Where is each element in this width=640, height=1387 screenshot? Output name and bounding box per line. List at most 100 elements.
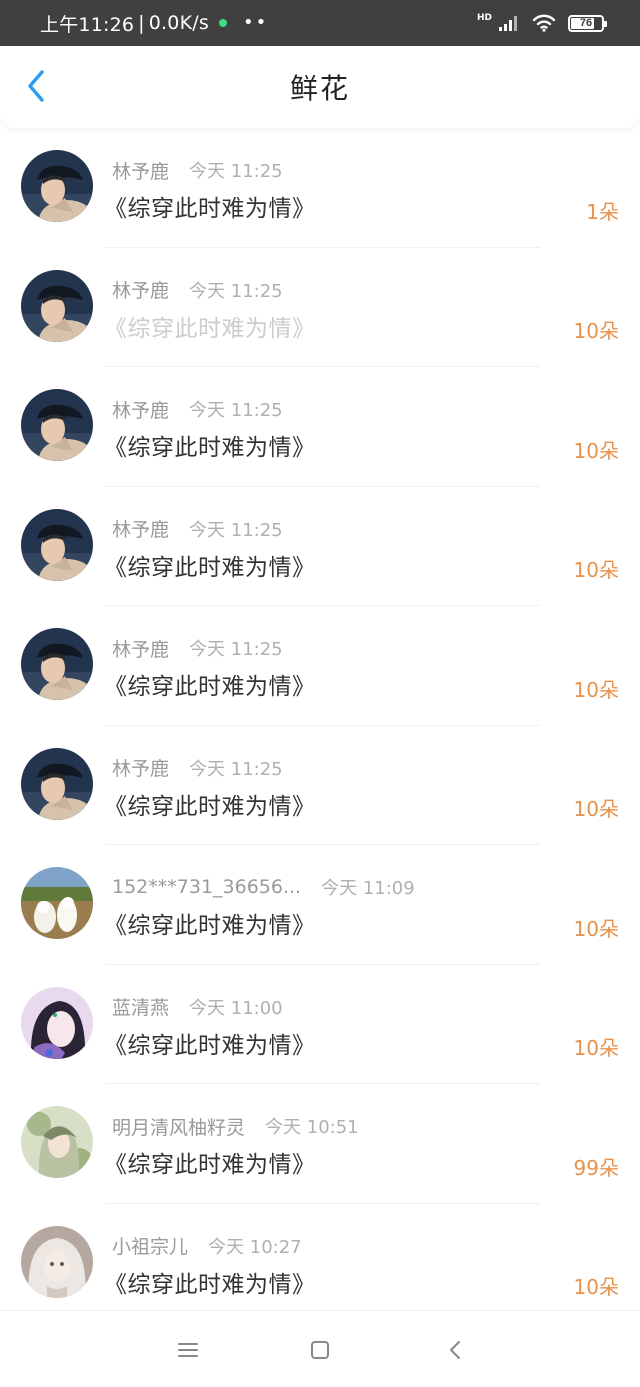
gift-time: 今天 10:27 [208,1236,302,1258]
avatar-hat-man [21,628,93,700]
recent-apps-button[interactable] [173,1337,203,1363]
battery-icon: 76 [568,14,607,32]
flower-count: 10朵 [573,319,619,343]
list-item[interactable]: 林予鹿 今天 11:25 《综穿此时难为情》 10朵 [0,487,640,607]
meta-line: 林予鹿 今天 11:25 [112,277,283,303]
user-name[interactable]: 蓝清燕 [112,993,169,1020]
gift-time: 今天 11:25 [189,280,283,302]
user-name[interactable]: 林予鹿 [112,157,169,184]
flower-count: 10朵 [573,677,619,702]
status-time: 上午11:26 [40,13,135,36]
flower-count: 10朵 [573,1036,619,1060]
status-separator: | [138,12,145,34]
avatar-green-fairy [21,1106,93,1178]
meta-line: 明月清风柚籽灵 今天 10:51 [112,1113,359,1139]
avatar[interactable] [21,389,93,461]
user-name[interactable]: 152***731_36656... [112,876,301,898]
flower-count: 10朵 [573,1275,619,1299]
system-back-button[interactable] [440,1337,470,1363]
system-nav-bar [0,1310,640,1387]
status-left: 上午11:26 | 0.0K/s •• [40,0,268,46]
avatar-hat-man [21,150,93,222]
avatar[interactable] [21,1106,93,1178]
book-title[interactable]: 《综穿此时难为情》 [104,907,316,939]
gift-time: 今天 11:25 [189,400,283,421]
flower-count: 10朵 [573,438,619,463]
notification-dot-icon [218,19,227,27]
book-title[interactable]: 《综穿此时难为情》 [104,788,316,820]
gift-time: 今天 11:25 [189,519,283,541]
meta-line: 152***731_36656... 今天 11:09 [112,874,415,900]
gift-time: 今天 11:25 [189,758,283,780]
avatar-pale-girl [21,1225,93,1298]
avatar[interactable] [21,150,93,222]
avatar-white-dogs [21,867,93,939]
book-title[interactable]: 《综穿此时难为情》 [104,429,316,461]
list-item[interactable]: 林予鹿 今天 11:25 《综穿此时难为情》 10朵 [0,606,640,726]
avatar[interactable] [21,269,93,342]
meta-line: 林予鹿 今天 11:25 [112,755,283,781]
flower-count: 1朵 [586,199,619,224]
more-notifications-icon: •• [242,12,269,33]
meta-line: 林予鹿 今天 11:25 [112,635,283,661]
book-title[interactable]: 《综穿此时难为情》 [104,549,316,581]
list-item[interactable]: 蓝清燕 今天 11:00 《综穿此时难为情》 10朵 [0,965,640,1085]
list-item[interactable]: 明月清风柚籽灵 今天 10:51 《综穿此时难为情》 99朵 [0,1084,640,1204]
avatar[interactable] [21,628,93,700]
gift-time: 今天 11:25 [189,639,283,660]
flower-count: 10朵 [573,558,619,582]
avatar[interactable] [21,867,93,939]
gift-time: 今天 11:25 [189,161,283,182]
battery-percent: 76 [579,17,593,29]
avatar[interactable] [21,747,93,820]
battery-tip [604,20,607,27]
list-item[interactable]: 林予鹿 今天 11:25 《综穿此时难为情》 1朵 [0,128,640,248]
list-item[interactable]: 林予鹿 今天 11:25 《综穿此时难为情》 10朵 [0,726,640,846]
list-item[interactable]: 林予鹿 今天 11:25 《综穿此时难为情》 10朵 [0,248,640,368]
avatar-purple-girl [21,986,93,1059]
status-bar: 上午11:26 | 0.0K/s •• HD 76 [0,0,640,46]
list-item[interactable]: 林予鹿 今天 11:25 《综穿此时难为情》 10朵 [0,367,640,487]
book-title[interactable]: 《综穿此时难为情》 [104,1027,316,1059]
home-button[interactable] [305,1337,335,1363]
flower-count: 10朵 [573,916,619,941]
avatar-hat-man [21,747,93,820]
page-title: 鲜花 [289,72,350,105]
meta-line: 蓝清燕 今天 11:00 [112,994,283,1020]
avatar-hat-man [21,508,93,581]
home-square-icon [311,1341,329,1359]
book-title[interactable]: 《综穿此时难为情》 [104,190,316,222]
list-item[interactable]: 小祖宗儿 今天 10:27 《综穿此时难为情》 10朵 [0,1204,640,1324]
flower-list: 林予鹿 今天 11:25 《综穿此时难为情》 1朵 林予鹿 今天 11:25 《综穿此时难为… [0,128,640,1323]
flower-count: 99朵 [573,1155,619,1180]
book-title[interactable]: 《综穿此时难为情》 [104,1266,316,1298]
meta-line: 林予鹿 今天 11:25 [112,157,283,183]
meta-line: 小祖宗儿 今天 10:27 [112,1233,302,1259]
signal-icon [499,16,517,31]
status-right: HD 76 [477,0,607,46]
gift-time: 今天 11:09 [321,878,415,899]
user-name[interactable]: 林予鹿 [112,396,169,423]
app-root: 上午11:26 | 0.0K/s •• HD 76 鲜花 林予鹿 今天 11:2… [0,0,640,1387]
list-item[interactable]: 152***731_36656... 今天 11:09 《综穿此时难为情》 10朵 [0,845,640,965]
book-title[interactable]: 《综穿此时难为情》 [104,668,316,700]
user-name[interactable]: 林予鹿 [112,276,169,303]
flower-count: 10朵 [573,797,619,821]
meta-line: 林予鹿 今天 11:25 [112,516,283,542]
user-name[interactable]: 林予鹿 [112,635,169,662]
wifi-icon [532,14,556,32]
back-triangle-icon [450,1341,460,1359]
user-name[interactable]: 林予鹿 [112,515,169,542]
gift-time: 今天 10:51 [265,1117,359,1138]
avatar[interactable] [21,1225,93,1298]
avatar-hat-man [21,269,93,342]
book-title[interactable]: 《综穿此时难为情》 [104,1146,316,1178]
avatar[interactable] [21,986,93,1059]
book-title[interactable]: 《综穿此时难为情》 [104,310,316,342]
avatar[interactable] [21,508,93,581]
menu-icon [178,1343,198,1357]
avatar-hat-man [21,389,93,461]
user-name[interactable]: 小祖宗儿 [112,1232,188,1259]
user-name[interactable]: 明月清风柚籽灵 [112,1113,245,1140]
user-name[interactable]: 林予鹿 [112,754,169,781]
